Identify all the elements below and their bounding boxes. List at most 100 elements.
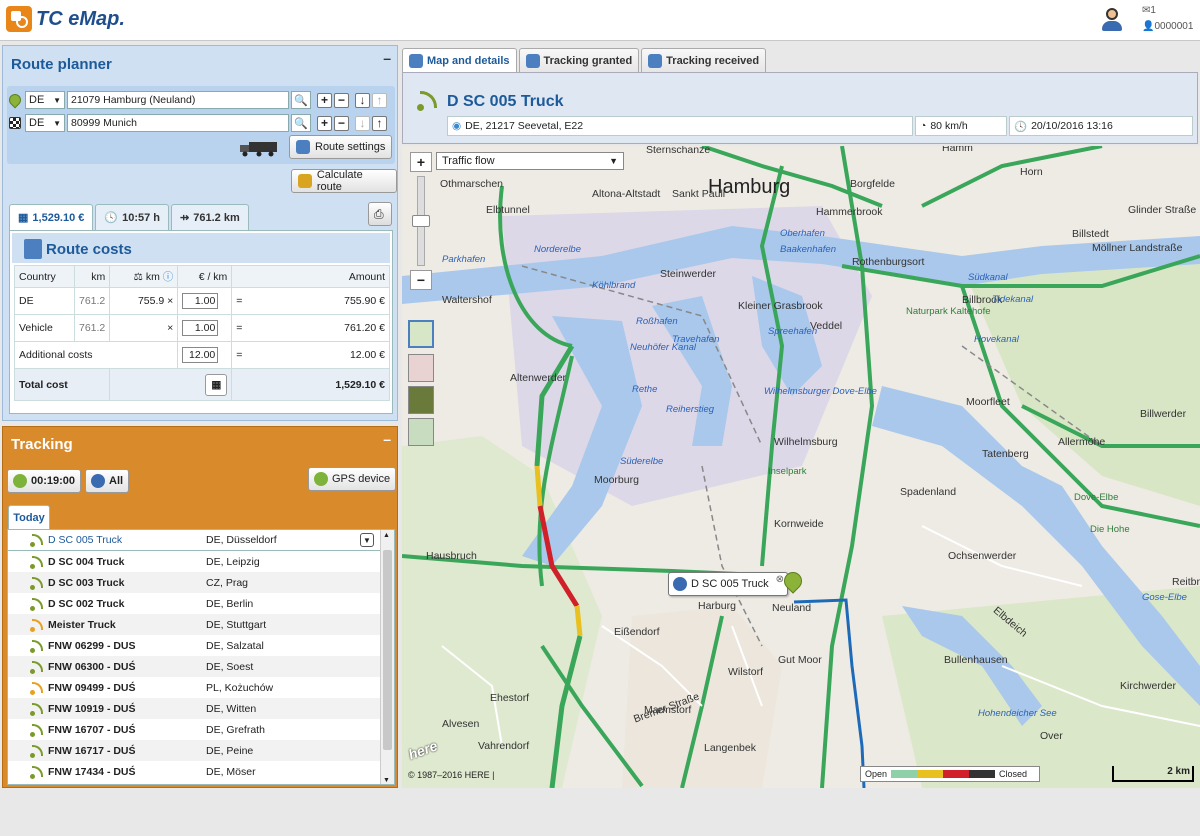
vehicle-list-item[interactable]: FNW 06299 - DUS DE, Salzatal [8, 635, 380, 656]
equals-sign: = [236, 349, 243, 361]
cost-row-de: DE 761.2 755.9 × 1.00 = 755.90 € [14, 287, 390, 315]
main-tabs: Map and details Tracking granted Trackin… [402, 48, 767, 72]
move-down-button[interactable]: ↓ [355, 92, 370, 108]
vehicle-name: FNW 16717 - DUŚ [48, 744, 136, 757]
traffic-layer-select[interactable]: Traffic flow ▼ [436, 152, 624, 170]
scroll-up-icon[interactable]: ▲ [383, 532, 390, 539]
signal-icon [30, 639, 44, 653]
vehicle-speed: ◔ 80 km/h [915, 116, 1007, 136]
vehicle-list-item[interactable]: D SC 004 Truck DE, Leipzig [8, 551, 380, 572]
summary-tabs: ▦ 1,529.10 € 🕓 10:57 h ⇸ 761.2 km [9, 204, 249, 230]
water-label: Spreehafen [768, 326, 818, 337]
start-country-select[interactable]: DE ▼ [25, 91, 65, 109]
map-label: Bullenhausen [944, 654, 1008, 666]
calculator-button[interactable]: ▦ [205, 373, 228, 396]
vehicle-list-item[interactable]: Meister Truck DE, Stuttgart [8, 614, 380, 635]
route-costs-header: Route costs [12, 233, 390, 263]
vehicle-list-item[interactable]: D SC 003 Truck CZ, Prag [8, 572, 380, 593]
additional-cost-input[interactable]: 12.00 [182, 347, 219, 363]
app-logo[interactable]: TC eMap. [6, 6, 125, 32]
start-address-input[interactable]: 21079 Hamburg (Neuland) [67, 91, 289, 109]
water-label: Süderelbe [620, 456, 664, 467]
vehicle-list-item[interactable]: FNW 17434 - DUŚ DE, Möser [8, 761, 380, 782]
vehicle-list-scrollbar[interactable]: ▲ ▼ [380, 530, 394, 784]
zoom-slider[interactable] [412, 176, 430, 266]
support-agent-icon[interactable] [1100, 6, 1124, 32]
message-count[interactable]: ✉1 [1142, 5, 1156, 16]
remove-waypoint-button[interactable]: − [334, 115, 349, 131]
tab-tracking-received[interactable]: Tracking received [641, 48, 767, 72]
map-view[interactable]: Hamburg Sternschanze Borgfelde Hamm Horn… [402, 146, 1200, 788]
vehicle-callout[interactable]: D SC 005 Truck ⊗ [668, 572, 788, 596]
tab-duration[interactable]: 🕓 10:57 h [95, 204, 170, 230]
map-label: Wilhelmsburg [774, 436, 838, 448]
show-all-button[interactable]: All [85, 469, 130, 493]
destination-search-button[interactable]: 🔍 [291, 114, 311, 132]
zoom-in-button[interactable]: + [410, 152, 432, 172]
tab-today[interactable]: Today [8, 505, 50, 529]
vehicle-list-item[interactable]: FNW 06300 - DUŚ DE, Soest [8, 656, 380, 677]
map-layer-normal[interactable] [408, 320, 434, 348]
move-down-button[interactable]: ↓ [355, 115, 370, 131]
vehicle-list-item[interactable]: FNW 16707 - DUŚ DE, Grefrath [8, 719, 380, 740]
scrollbar-thumb[interactable] [383, 550, 392, 750]
clock-icon: 🕓 [104, 212, 119, 224]
destination-row: DE ▼ 80999 Munich 🔍 + − ↓ ↑ [9, 113, 387, 133]
map-label: Rothenburgsort [852, 256, 925, 268]
scroll-down-icon[interactable]: ▼ [383, 777, 390, 784]
refresh-timer-button[interactable]: 00:19:00 [7, 469, 82, 493]
route-settings-button[interactable]: Route settings [289, 135, 393, 159]
vehicle-name: FNW 06299 - DUS [48, 639, 136, 652]
add-waypoint-button[interactable]: + [317, 92, 332, 108]
vehicle-list-item[interactable]: FNW 10919 - DUŚ DE, Witten [8, 698, 380, 719]
cost-rate-cell: 1.00 [177, 287, 233, 315]
vehicle-list-item[interactable]: D SC 002 Truck DE, Berlin [8, 593, 380, 614]
tab-distance[interactable]: ⇸ 761.2 km [171, 204, 249, 230]
tab-map-and-details[interactable]: Map and details [402, 48, 517, 72]
map-layer-truck[interactable] [408, 354, 434, 382]
signal-icon [30, 533, 44, 547]
vehicle-location: DE, Stuttgart [206, 618, 267, 631]
legend-scale [891, 770, 996, 778]
map-label: Steinwerder [660, 268, 717, 280]
route-planner-panel: Route planner – DE ▼ 21079 Hamburg (Neula… [2, 45, 398, 421]
vehicle-detail-title: D SC 005 Truck [447, 93, 564, 110]
destination-address-input[interactable]: 80999 Munich [67, 114, 289, 132]
info-icon[interactable]: ⓘ [163, 271, 174, 283]
cost-rate-input[interactable]: 1.00 [182, 320, 219, 336]
refresh-icon [13, 474, 27, 488]
calculator-icon: ▦ [18, 212, 29, 224]
map-label: Hammerbrook [816, 206, 883, 218]
start-search-button[interactable]: 🔍 [291, 91, 311, 109]
col-country: Country [14, 265, 75, 288]
remove-waypoint-button[interactable]: − [334, 92, 349, 108]
destination-country-select[interactable]: DE ▼ [25, 114, 65, 132]
collapse-route-planner-button[interactable]: – [383, 50, 391, 66]
vehicle-list-item[interactable]: D SC 005 Truck DE, Düsseldorf ▼ [8, 530, 380, 551]
zoom-slider-handle[interactable] [412, 215, 430, 227]
zoom-out-button[interactable]: − [410, 270, 432, 290]
gps-device-button[interactable]: GPS device [308, 467, 397, 491]
vehicle-list-item[interactable]: FNW 09499 - DUŚ PL, Kożuchów [8, 677, 380, 698]
map-layer-satellite[interactable] [408, 386, 434, 414]
collapse-tracking-button[interactable]: – [383, 431, 391, 447]
chevron-down-icon: ▼ [53, 95, 61, 105]
vehicle-menu-button[interactable]: ▼ [360, 533, 374, 547]
move-up-button[interactable]: ↑ [372, 115, 387, 131]
map-layer-terrain[interactable] [408, 418, 434, 446]
calculate-route-button[interactable]: Calculate route [291, 169, 397, 193]
tab-costs[interactable]: ▦ 1,529.10 € [9, 204, 94, 230]
vehicle-location: DE, Berlin [206, 597, 254, 610]
user-account[interactable]: 👤0000001 [1142, 21, 1193, 32]
add-waypoint-button[interactable]: + [317, 115, 332, 131]
tab-tracking-granted[interactable]: Tracking granted [518, 48, 640, 72]
park-label: Inselpark [768, 466, 807, 477]
vehicle-location: DE, Grefrath [206, 723, 265, 736]
cost-rate-input[interactable]: 1.00 [182, 293, 219, 309]
vehicle-speed-text: 80 km/h [930, 120, 968, 132]
print-button[interactable]: ⎙ [368, 202, 392, 226]
move-up-button[interactable]: ↑ [372, 92, 387, 108]
vehicle-list-item[interactable]: FNW 16717 - DUŚ DE, Peine [8, 740, 380, 761]
map-label: Eißendorf [614, 626, 660, 638]
water-label: Gose-Elbe [1142, 592, 1187, 603]
